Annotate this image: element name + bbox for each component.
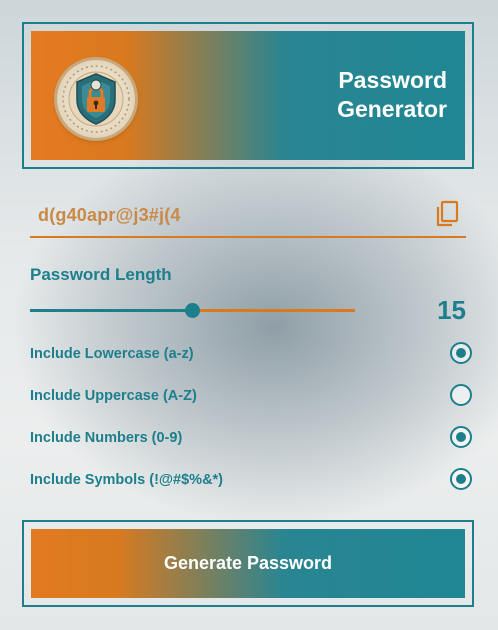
slider-thumb[interactable]	[185, 303, 200, 318]
symbols-radio[interactable]	[450, 468, 472, 490]
option-numbers-label: Include Numbers (0-9)	[30, 430, 183, 446]
option-symbols-label: Include Symbols (!@#$%&*)	[30, 472, 224, 488]
password-output: d(g40apr@j3#j(4	[30, 194, 466, 238]
generate-button-frame: Generate Password	[22, 520, 474, 607]
uppercase-radio[interactable]	[450, 384, 472, 406]
password-value[interactable]: d(g40apr@j3#j(4	[38, 205, 181, 226]
numbers-radio[interactable]	[450, 426, 472, 448]
radio-dot	[456, 348, 466, 358]
password-length-label: Password Length	[30, 265, 172, 284]
option-uppercase: Include Uppercase (A-Z)	[30, 382, 472, 410]
copy-icon[interactable]	[434, 200, 460, 228]
generate-password-button[interactable]: Generate Password	[31, 529, 465, 598]
lowercase-radio[interactable]	[450, 342, 472, 364]
option-uppercase-label: Include Uppercase (A-Z)	[30, 388, 197, 404]
password-length-slider[interactable]	[30, 300, 355, 320]
option-numbers: Include Numbers (0-9)	[30, 424, 472, 452]
option-symbols: Include Symbols (!@#$%&*)	[30, 466, 472, 494]
header-banner: Password Generator	[31, 31, 465, 160]
radio-dot	[456, 474, 466, 484]
page-title: Password Generator	[277, 66, 447, 124]
lock-shield-icon	[57, 60, 135, 138]
title-line-1: Password	[338, 67, 447, 93]
password-length-value: 15	[437, 295, 466, 325]
option-lowercase-label: Include Lowercase (a-z)	[30, 346, 194, 362]
password-generator-app: Password Generator d(g40apr@j3#j(4 Passw…	[0, 0, 498, 630]
radio-dot	[456, 432, 466, 442]
title-line-2: Generator	[337, 96, 447, 122]
header-frame: Password Generator	[22, 22, 474, 169]
option-lowercase: Include Lowercase (a-z)	[30, 340, 472, 368]
